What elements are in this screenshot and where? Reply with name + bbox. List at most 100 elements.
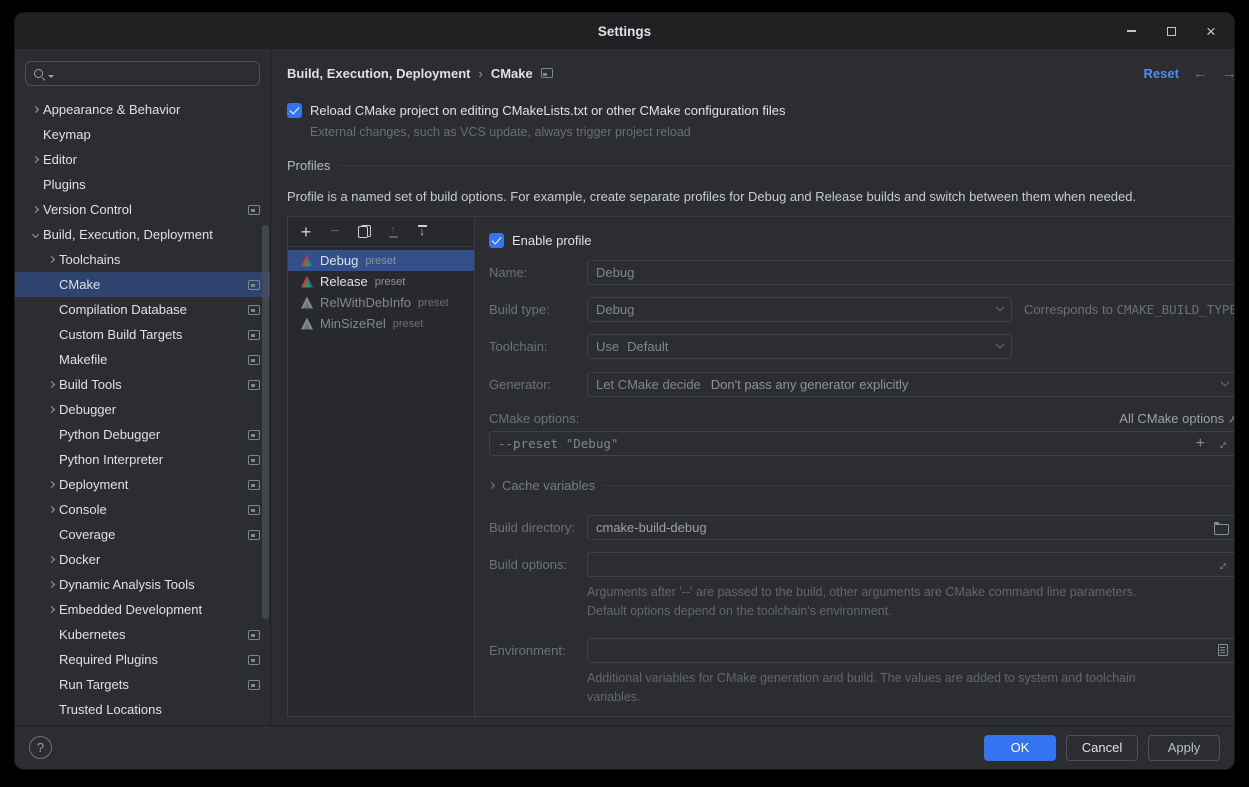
sidebar-item-version-control[interactable]: Version Control — [15, 197, 270, 222]
search-input[interactable] — [25, 61, 260, 86]
project-settings-badge-icon — [248, 330, 260, 340]
sidebar-item-console[interactable]: Console — [15, 497, 270, 522]
chevron-icon — [31, 156, 38, 163]
chevron-down-icon — [1221, 377, 1229, 385]
search-history-chevron-icon — [48, 75, 54, 78]
add-option-icon[interactable]: + — [1196, 436, 1205, 452]
profiles-description: Profile is a named set of build options.… — [287, 189, 1235, 204]
chevron-icon — [47, 481, 54, 488]
chevron-icon — [47, 581, 54, 588]
back-arrow-icon[interactable]: ← — [1193, 65, 1208, 82]
expand-field-icon[interactable]: ↔ — [1212, 434, 1232, 454]
cmake-options-input[interactable]: --preset "Debug" + ↔ — [489, 431, 1235, 456]
folder-icon[interactable] — [1214, 522, 1228, 533]
move-down-icon[interactable]: ↓ — [412, 222, 432, 242]
search-icon — [33, 68, 45, 80]
build-options-hint: Arguments after '--' are passed to the b… — [587, 583, 1167, 622]
project-settings-badge-icon — [248, 355, 260, 365]
sidebar-item-python-debugger[interactable]: Python Debugger — [15, 422, 270, 447]
sidebar-item-toolchains[interactable]: Toolchains — [15, 247, 270, 272]
sidebar-item-required-plugins[interactable]: Required Plugins — [15, 647, 270, 672]
cmake-logo-icon — [300, 254, 314, 267]
checkbox-checked-icon — [489, 233, 504, 248]
sidebar-item-plugins[interactable]: Plugins — [15, 172, 270, 197]
sidebar-item-docker[interactable]: Docker — [15, 547, 270, 572]
breadcrumb-segment[interactable]: Build, Execution, Deployment — [287, 66, 470, 81]
chevron-icon — [47, 256, 54, 263]
chevron-icon — [47, 381, 54, 388]
forward-arrow-icon[interactable]: → — [1222, 65, 1235, 82]
help-icon[interactable]: ? — [29, 736, 52, 759]
build-directory-input[interactable]: cmake-build-debug — [587, 515, 1235, 540]
cmake-options-label: CMake options: — [489, 411, 579, 426]
sidebar-item-trusted-locations[interactable]: Trusted Locations — [15, 697, 270, 722]
sidebar-item-embedded-development[interactable]: Embedded Development — [15, 597, 270, 622]
chevron-icon — [31, 106, 38, 113]
reset-link[interactable]: Reset — [1144, 66, 1179, 81]
sidebar-item-build-execution-deployment[interactable]: Build, Execution, Deployment — [15, 222, 270, 247]
profile-row-minsizerel[interactable]: MinSizeRel preset — [288, 313, 474, 334]
copy-profile-icon[interactable] — [354, 222, 374, 242]
sidebar-item-appearance-behavior[interactable]: Appearance & Behavior — [15, 97, 270, 122]
ok-button[interactable]: OK — [984, 735, 1056, 761]
generator-label: Generator: — [489, 377, 587, 392]
sidebar-item-compilation-database[interactable]: Compilation Database — [15, 297, 270, 322]
project-settings-badge-icon — [248, 530, 260, 540]
profile-detail-panel: Enable profile Name: Debug Build type: D… — [475, 217, 1235, 716]
profile-list: Debug preset Release preset RelWithDebIn… — [288, 247, 474, 334]
sidebar-scrollbar[interactable] — [262, 225, 269, 619]
profile-row-relwithdebinfo[interactable]: RelWithDebInfo preset — [288, 292, 474, 313]
build-options-input[interactable]: ↔ — [587, 552, 1235, 577]
sidebar-item-python-interpreter[interactable]: Python Interpreter — [15, 447, 270, 472]
chevron-down-icon — [996, 302, 1004, 310]
expand-field-icon[interactable]: ↔ — [1212, 555, 1232, 575]
cancel-button[interactable]: Cancel — [1066, 735, 1138, 761]
toolchain-select[interactable]: Use Default — [587, 334, 1012, 359]
sidebar-item-coverage[interactable]: Coverage — [15, 522, 270, 547]
sidebar-item-makefile[interactable]: Makefile — [15, 347, 270, 372]
chevron-icon — [47, 406, 54, 413]
project-settings-badge-icon — [248, 455, 260, 465]
minimize-icon[interactable] — [1122, 22, 1140, 40]
maximize-icon[interactable] — [1162, 22, 1180, 40]
move-up-icon[interactable]: ↑ — [383, 222, 403, 242]
apply-button[interactable]: Apply — [1148, 735, 1220, 761]
breadcrumb-separator: › — [478, 66, 482, 81]
cache-variables-section[interactable]: Cache variables — [489, 478, 1235, 493]
sidebar-item-build-tools[interactable]: Build Tools — [15, 372, 270, 397]
cmake-logo-icon — [300, 296, 314, 309]
reload-cmake-checkbox[interactable]: Reload CMake project on editing CMakeLis… — [287, 103, 1235, 118]
profile-row-release[interactable]: Release preset — [288, 271, 474, 292]
profiles-section-header: Profiles — [287, 158, 1235, 173]
all-cmake-options-link[interactable]: All CMake options ↗ — [1119, 411, 1235, 426]
environment-variables-icon[interactable] — [1218, 644, 1228, 656]
settings-tree: Appearance & Behavior Keymap Editor Plug… — [15, 97, 270, 725]
sidebar-item-cmake[interactable]: CMake — [15, 272, 270, 297]
sidebar-item-debugger[interactable]: Debugger — [15, 397, 270, 422]
sidebar-item-dynamic-analysis-tools[interactable]: Dynamic Analysis Tools — [15, 572, 270, 597]
project-settings-badge-icon — [248, 205, 260, 215]
build-type-select[interactable]: Debug — [587, 297, 1012, 322]
environment-input[interactable] — [587, 638, 1235, 663]
chevron-icon — [47, 556, 54, 563]
project-settings-badge-icon — [248, 305, 260, 315]
sidebar-item-custom-build-targets[interactable]: Custom Build Targets — [15, 322, 270, 347]
enable-profile-checkbox[interactable]: Enable profile — [489, 233, 1235, 248]
close-icon[interactable]: × — [1202, 22, 1220, 40]
sidebar-item-run-targets[interactable]: Run Targets — [15, 672, 270, 697]
sidebar-item-keymap[interactable]: Keymap — [15, 122, 270, 147]
sidebar-item-kubernetes[interactable]: Kubernetes — [15, 622, 270, 647]
name-label: Name: — [489, 265, 587, 280]
chevron-icon — [31, 206, 38, 213]
generator-select[interactable]: Let CMake decide Don't pass any generato… — [587, 372, 1235, 397]
chevron-down-icon — [996, 339, 1004, 347]
sidebar-item-editor[interactable]: Editor — [15, 147, 270, 172]
add-profile-icon[interactable]: + — [296, 222, 316, 242]
environment-label: Environment: — [489, 643, 587, 658]
sidebar-item-deployment[interactable]: Deployment — [15, 472, 270, 497]
name-input[interactable]: Debug — [587, 260, 1235, 285]
profile-row-debug[interactable]: Debug preset — [288, 250, 474, 271]
remove-profile-icon[interactable]: − — [325, 222, 345, 242]
titlebar: Settings × — [15, 13, 1234, 49]
build-type-note: Corresponds to CMAKE_BUILD_TYPE — [1024, 302, 1235, 317]
